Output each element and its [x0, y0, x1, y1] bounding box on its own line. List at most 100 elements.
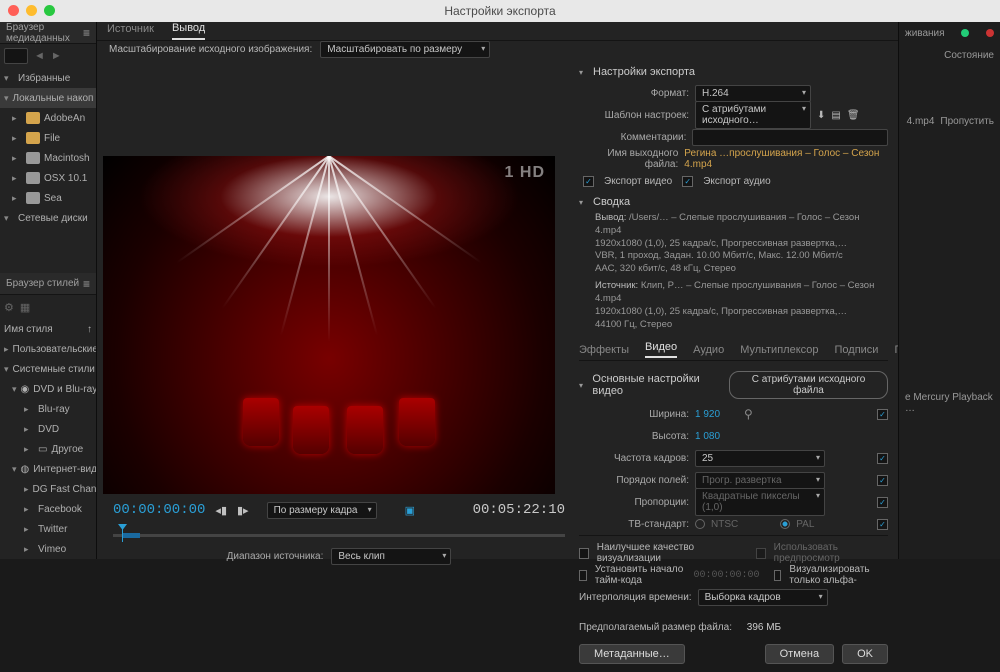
out-timecode[interactable]: 00:05:22:10	[473, 502, 565, 518]
basic-video-section[interactable]: ▾Основные настройки видео С атрибутами и…	[579, 371, 888, 399]
queue-item-skip[interactable]: Пропустить	[940, 116, 994, 127]
export-settings-section[interactable]: ▾Настройки экспорта	[579, 66, 888, 78]
fps-match-checkbox[interactable]	[877, 453, 888, 464]
comments-input[interactable]	[692, 129, 888, 146]
alpha-only-checkbox[interactable]	[774, 570, 782, 581]
style-browser-header[interactable]: Браузер стилей ≡	[0, 273, 96, 295]
drive-item[interactable]: ▸AdobeAn	[0, 108, 96, 128]
back-icon[interactable]: ◄	[34, 50, 45, 62]
media-filter-dropdown[interactable]	[4, 48, 28, 64]
local-drives-group[interactable]: ▾Локальные накоп	[0, 88, 96, 108]
tab-effects[interactable]: Эффекты	[579, 344, 629, 356]
in-timecode[interactable]: 00:00:00:00	[113, 502, 205, 518]
ntsc-radio[interactable]	[695, 519, 705, 529]
time-interpolation-select[interactable]: Выборка кадров	[698, 589, 828, 606]
pal-radio[interactable]	[780, 519, 790, 529]
tab-mux[interactable]: Мультиплексор	[740, 344, 818, 356]
stop-queue-icon[interactable]	[986, 29, 994, 37]
width-value[interactable]: 1 920	[695, 409, 720, 420]
best-quality-checkbox[interactable]	[579, 548, 589, 559]
tab-video[interactable]: Видео	[645, 341, 677, 358]
export-video-checkbox[interactable]	[583, 176, 594, 187]
cancel-button[interactable]: Отмена	[765, 644, 834, 664]
tab-captions[interactable]: Подписи	[835, 344, 879, 356]
tab-source[interactable]: Источник	[107, 23, 154, 39]
zoom-select[interactable]: По размеру кадра	[267, 502, 377, 519]
tab-audio[interactable]: Аудио	[693, 344, 724, 356]
disc-icon: ◉	[21, 384, 30, 395]
export-audio-checkbox[interactable]	[682, 176, 693, 187]
field-order-select[interactable]: Прогр. развертка	[695, 472, 825, 489]
network-drives-group[interactable]: ▾Сетевые диски	[0, 208, 96, 228]
style-name-header[interactable]: Имя стиля↑	[0, 319, 96, 339]
style-group[interactable]: ▾◍Интернет-видео	[0, 459, 96, 479]
summary-output: Вывод: /Users/… – Слепые прослушивания –…	[579, 212, 888, 276]
queue-tab[interactable]: живания	[905, 28, 945, 39]
match-source-button[interactable]: С атрибутами исходного файла	[729, 371, 888, 399]
ok-button[interactable]: OK	[842, 644, 888, 664]
media-browser-header[interactable]: Браузер медиаданных ≡	[0, 22, 96, 44]
sort-icon[interactable]: ↑	[87, 324, 92, 335]
next-frame-icon[interactable]: ▮▸	[237, 504, 249, 517]
aspect-select[interactable]: Квадратные пикселы (1,0)	[695, 488, 825, 516]
zoom-window-icon[interactable]	[44, 5, 55, 16]
style-item[interactable]: ▸Facebook	[0, 499, 96, 519]
link-dimensions-icon[interactable]: ⚲	[744, 407, 753, 421]
style-item[interactable]: ▸DVD	[0, 419, 96, 439]
timeline-scrubber[interactable]	[113, 526, 565, 544]
tab-output[interactable]: Вывод	[172, 22, 205, 40]
background-queue-panel: живания Состояние 4.mp4 Пропустить e Mer…	[898, 22, 1000, 559]
save-preset-icon[interactable]: ⬇	[817, 110, 825, 121]
play-queue-icon[interactable]	[961, 29, 969, 37]
settings-icon[interactable]: ⚙	[4, 301, 14, 314]
drive-item[interactable]: ▸Sea	[0, 188, 96, 208]
disk-icon	[26, 192, 40, 204]
panel-menu-icon[interactable]: ≡	[83, 277, 90, 291]
panel-menu-icon[interactable]: ≡	[83, 26, 90, 40]
queue-status-header: Состояние	[944, 50, 994, 61]
render-engine-label: e Mercury Playback …	[905, 392, 994, 414]
favorites-group[interactable]: ▾Избранные	[0, 68, 96, 88]
metadata-button[interactable]: Метаданные…	[579, 644, 685, 664]
drive-item[interactable]: ▸Macintosh	[0, 148, 96, 168]
drive-item[interactable]: ▸OSX 10.1	[0, 168, 96, 188]
width-match-checkbox[interactable]	[877, 409, 888, 420]
close-window-icon[interactable]	[8, 5, 19, 16]
mac-traffic-lights[interactable]	[8, 5, 55, 16]
disk-icon	[26, 172, 40, 184]
style-item[interactable]: ▸DG Fast Channel	[0, 479, 96, 499]
new-icon[interactable]: ▦	[20, 301, 30, 314]
drive-item[interactable]: ▸File	[0, 128, 96, 148]
fps-select[interactable]: 25	[695, 450, 825, 467]
minimize-window-icon[interactable]	[26, 5, 37, 16]
output-filename-link[interactable]: Регина …прослушивания – Голос – Сезон 4.…	[684, 148, 888, 170]
source-range-select[interactable]: Весь клип	[331, 548, 451, 565]
scale-select[interactable]: Масштабировать по размеру	[320, 41, 490, 58]
style-item[interactable]: ▸Blu-ray	[0, 399, 96, 419]
height-value[interactable]: 1 080	[695, 431, 720, 442]
system-styles-group[interactable]: ▾Системные стили	[0, 359, 96, 379]
style-group[interactable]: ▾◉DVD и Blu-ray	[0, 379, 96, 399]
field-match-checkbox[interactable]	[877, 475, 888, 486]
style-item[interactable]: ▸▭Другое	[0, 439, 96, 459]
import-preset-icon[interactable]: ▤	[831, 110, 840, 121]
summary-section[interactable]: ▾Сводка	[579, 196, 888, 208]
preset-select[interactable]: С атрибутами исходного…	[695, 101, 811, 129]
delete-preset-icon[interactable]: 🗑	[847, 110, 860, 121]
format-select[interactable]: H.264	[695, 85, 811, 102]
style-item[interactable]: ▸Twitter	[0, 519, 96, 539]
tab-publish[interactable]: Публика	[894, 344, 898, 356]
video-preview[interactable]: 1 HD	[103, 156, 555, 494]
channel-watermark: 1 HD	[505, 164, 545, 182]
set-timecode-checkbox[interactable]	[579, 570, 587, 581]
aspect-match-checkbox[interactable]	[877, 497, 888, 508]
playhead-icon[interactable]	[122, 528, 123, 542]
tv-match-checkbox[interactable]	[877, 519, 888, 530]
crop-icon[interactable]: ▣	[405, 504, 415, 517]
prev-frame-icon[interactable]: ◂▮	[215, 504, 227, 517]
window-title: Настройки экспорта	[444, 4, 555, 18]
user-styles-group[interactable]: ▸Пользовательские ст	[0, 339, 96, 359]
forward-icon[interactable]: ►	[51, 50, 62, 62]
style-item[interactable]: ▸Vimeo	[0, 539, 96, 559]
disk-icon	[26, 152, 40, 164]
